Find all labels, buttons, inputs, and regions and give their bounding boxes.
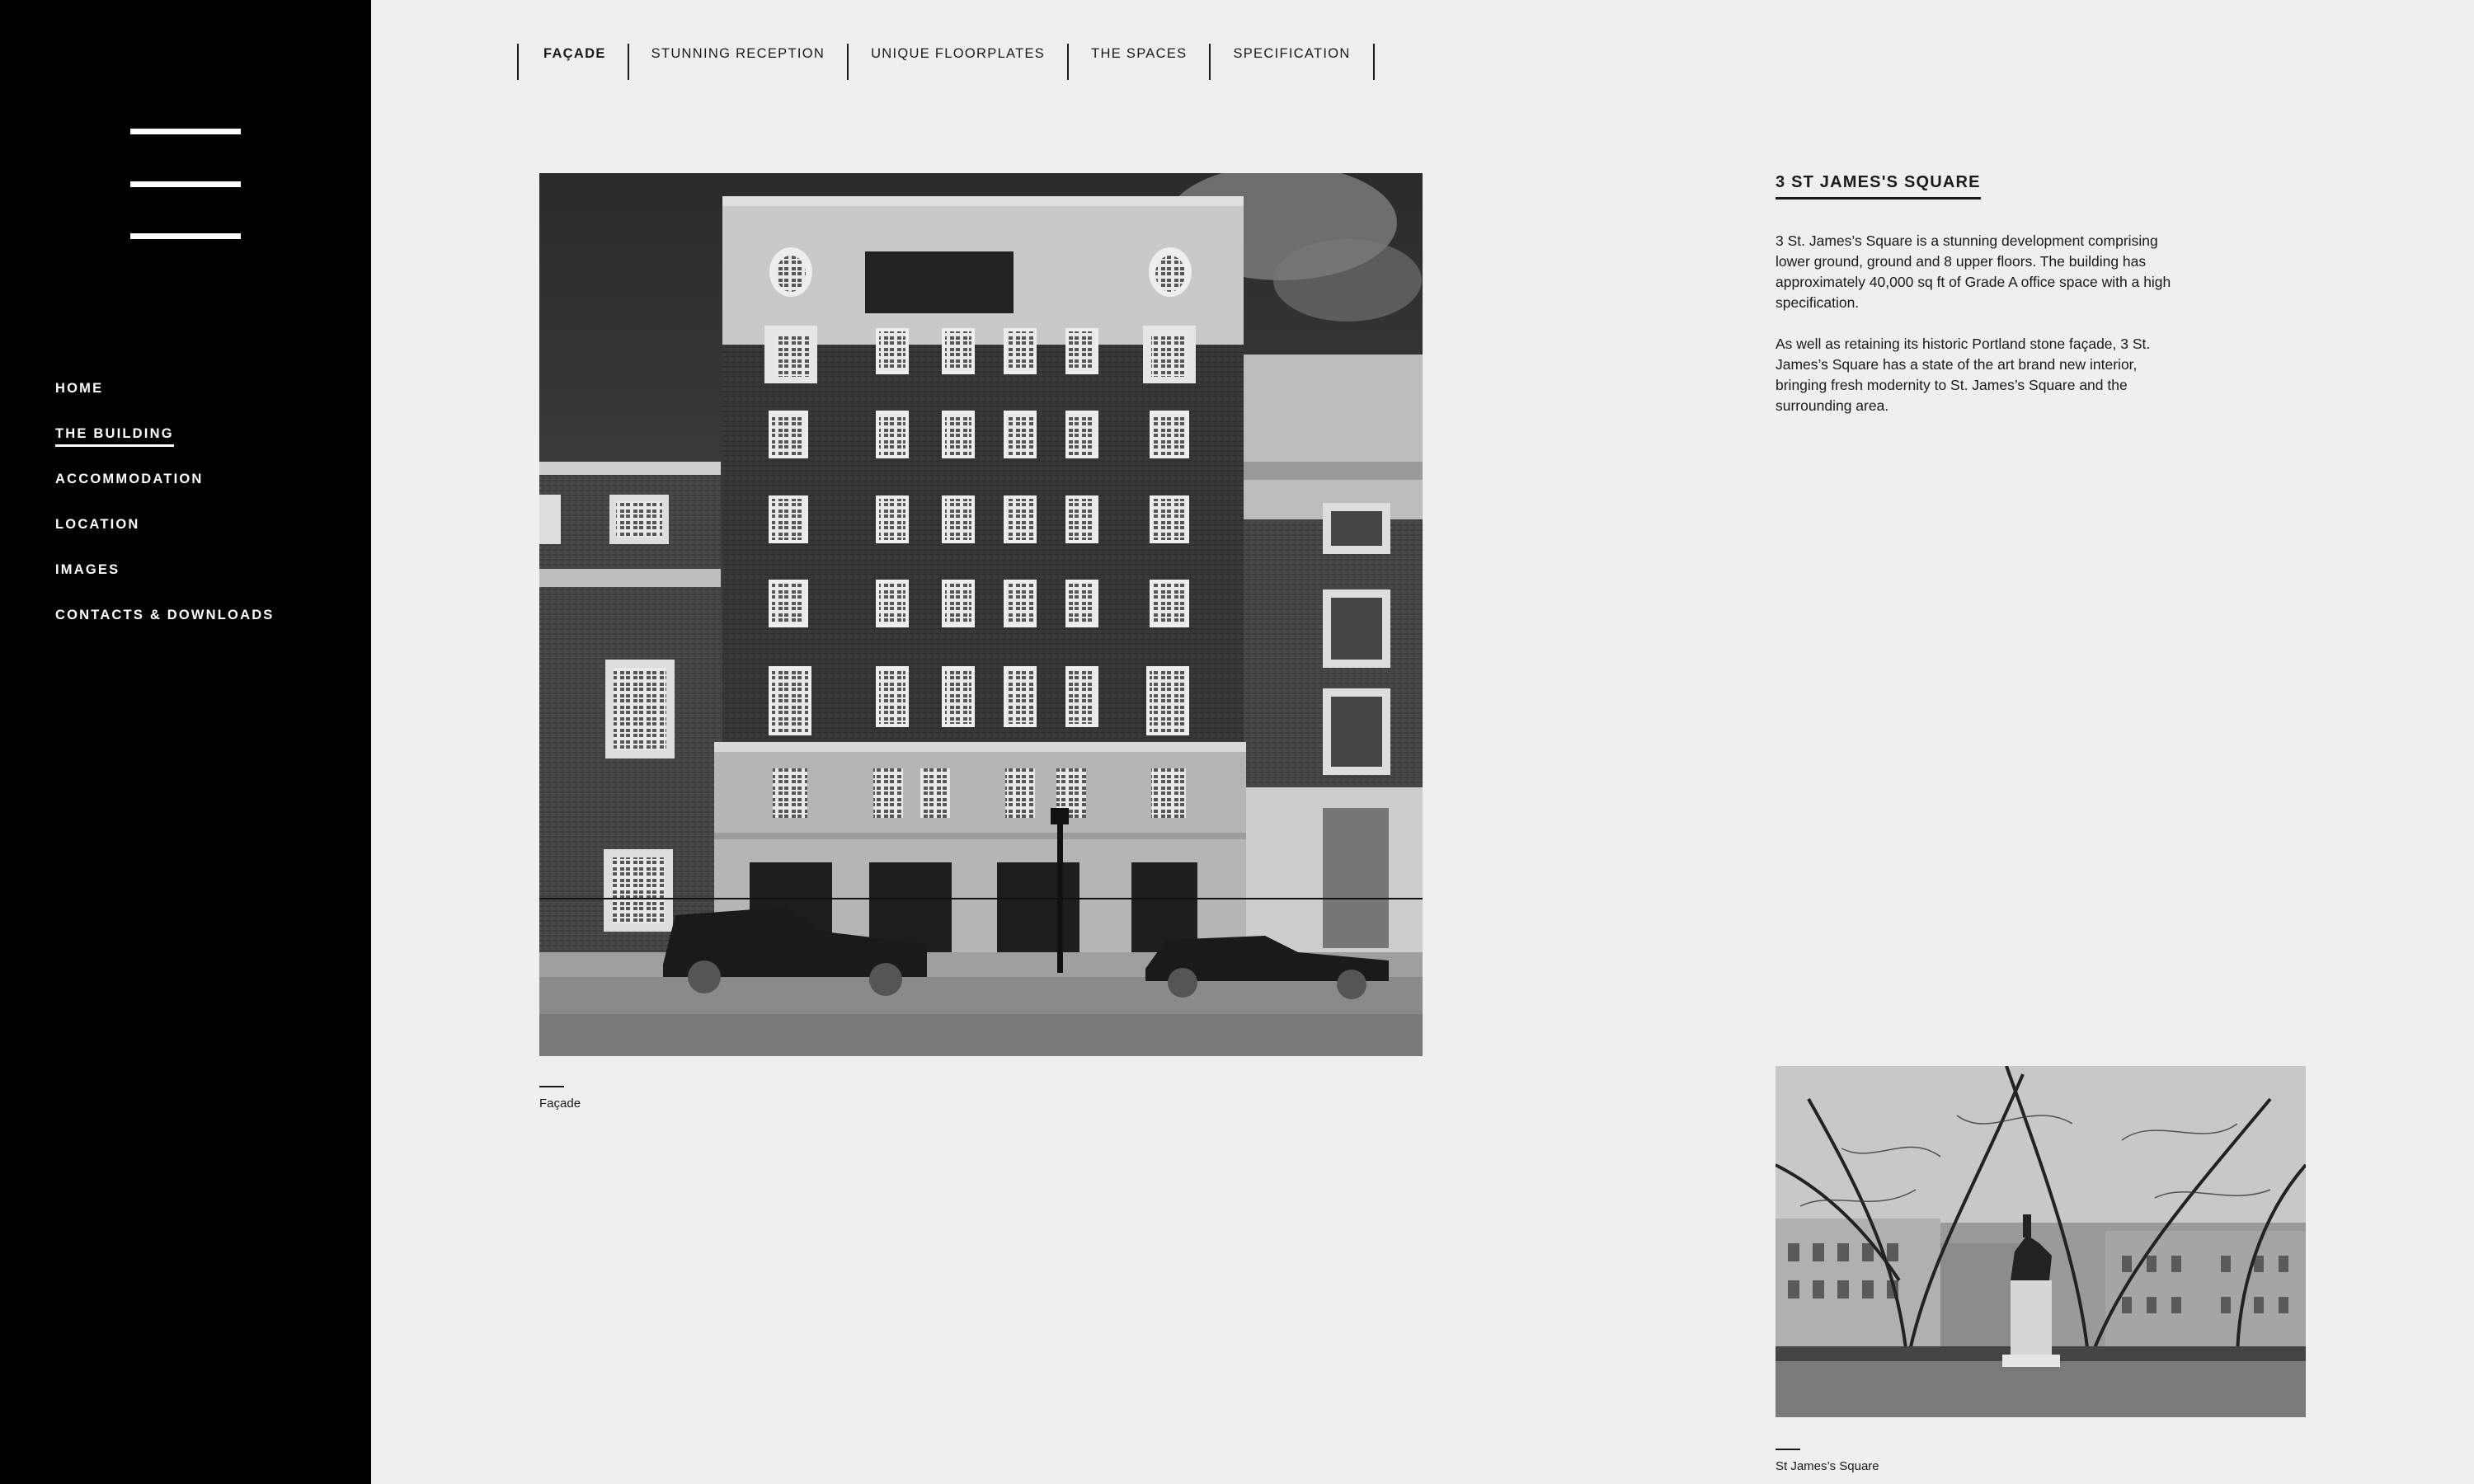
facade-illustration [539, 173, 1423, 1056]
tab-unique-floorplates[interactable]: UNIQUE FLOORPLATES [849, 44, 1070, 80]
nav-item-label: THE BUILDING [55, 426, 174, 447]
menu-bar-top [130, 129, 241, 134]
hamburger-menu-icon[interactable] [130, 129, 241, 242]
sidebar: HOME THE BUILDING ACCOMMODATION LOCATION… [0, 0, 371, 1484]
nav-item-label: HOME [55, 381, 104, 396]
square-caption: St James’s Square [1776, 1459, 1879, 1473]
nav-item-label: LOCATION [55, 517, 140, 532]
nav-item-label: ACCOMMODATION [55, 472, 204, 486]
tab-stunning-reception[interactable]: STUNNING RECEPTION [629, 44, 849, 80]
nav-item-location[interactable]: LOCATION [55, 517, 275, 562]
section-title: 3 ST JAMES'S SQUARE [1776, 173, 1981, 200]
facade-caption: Façade [539, 1097, 581, 1111]
st-james-square-photo[interactable] [1776, 1066, 2306, 1417]
square-illustration [1776, 1066, 2306, 1417]
section-tabs: FAÇADE STUNNING RECEPTION UNIQUE FLOORPL… [517, 44, 1375, 80]
nav-item-the-building[interactable]: THE BUILDING [55, 426, 275, 472]
nav-item-label: CONTACTS & DOWNLOADS [55, 608, 275, 622]
tab-the-spaces[interactable]: THE SPACES [1069, 44, 1211, 80]
nav-item-images[interactable]: IMAGES [55, 562, 275, 608]
facade-photo[interactable] [539, 173, 1423, 1056]
tab-facade[interactable]: FAÇADE [519, 44, 629, 80]
caption-rule [1776, 1449, 1800, 1450]
tab-specification[interactable]: SPECIFICATION [1211, 44, 1375, 80]
caption-rule [539, 1086, 564, 1087]
intro-paragraph: 3 St. James’s Square is a stunning devel… [1776, 232, 2171, 311]
menu-bar-bottom [130, 233, 241, 239]
nav-item-home[interactable]: HOME [55, 381, 275, 426]
second-paragraph: As well as retaining its historic Portla… [1776, 336, 2151, 414]
nav-item-accommodation[interactable]: ACCOMMODATION [55, 472, 275, 517]
menu-bar-middle [130, 181, 241, 187]
nav-item-label: IMAGES [55, 562, 120, 577]
main-navigation: HOME THE BUILDING ACCOMMODATION LOCATION… [55, 381, 275, 653]
nav-item-contacts-downloads[interactable]: CONTACTS & DOWNLOADS [55, 608, 275, 653]
